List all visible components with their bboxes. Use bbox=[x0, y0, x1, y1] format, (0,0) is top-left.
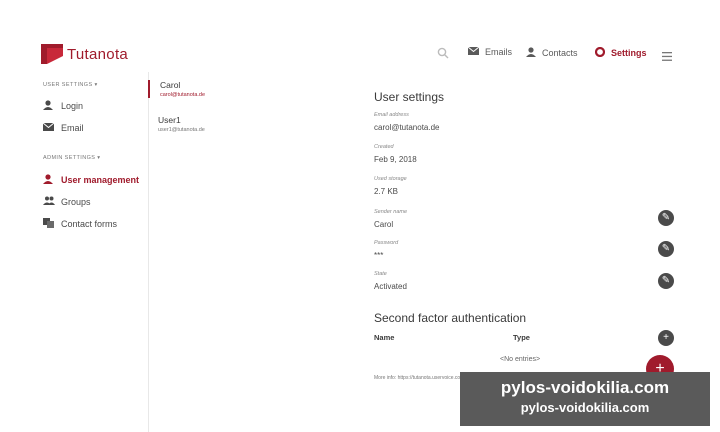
sidebar-item-groups[interactable]: Groups bbox=[43, 196, 91, 207]
password-value: *** bbox=[374, 251, 384, 260]
no-entries-text: <No entries> bbox=[500, 356, 541, 363]
top-bar: Tutanota Emails Contacts Settings bbox=[0, 0, 720, 64]
sender-name-value: Carol bbox=[374, 220, 394, 229]
sidebar-item-user-management[interactable]: User management bbox=[43, 174, 139, 186]
created-label: Created bbox=[374, 144, 394, 150]
mail-icon bbox=[42, 122, 55, 133]
menu-icon[interactable] bbox=[662, 48, 672, 66]
email-address-label: Email address bbox=[374, 112, 409, 118]
second-factor-title: Second factor authentication bbox=[374, 311, 527, 325]
used-storage-label: Used storage bbox=[374, 176, 407, 182]
user-email: user1@tutanota.de bbox=[158, 127, 205, 133]
user-settings-header[interactable]: USER SETTINGS ▾ bbox=[43, 82, 98, 88]
sidebar-item-email-label: Email bbox=[61, 123, 84, 133]
user-settings-header-label: USER SETTINGS bbox=[43, 82, 93, 88]
email-address-value: carol@tutanota.de bbox=[374, 123, 440, 132]
mail-icon bbox=[467, 46, 480, 57]
contacts-icon bbox=[526, 47, 536, 59]
sidebar-item-login[interactable]: Login bbox=[43, 100, 83, 112]
nav-settings-label: Settings bbox=[611, 48, 647, 58]
tutanota-logo-icon bbox=[41, 44, 63, 64]
admin-settings-header-label: ADMIN SETTINGS bbox=[43, 155, 96, 161]
watermark-line1: pylos-voidokilia.com bbox=[500, 378, 670, 397]
watermark: pylos-voidokilia.com pylos-voidokilia.co… bbox=[460, 372, 710, 426]
app-logo[interactable]: Tutanota bbox=[41, 44, 128, 64]
sidebar-item-login-label: Login bbox=[61, 101, 84, 111]
sidebar-item-contact-forms[interactable]: Contact forms bbox=[43, 218, 117, 230]
page-title: User settings bbox=[374, 90, 445, 104]
edit-password-button[interactable]: ✎ bbox=[658, 241, 674, 257]
state-value: Activated bbox=[374, 282, 407, 291]
sidebar-item-user-management-label: User management bbox=[61, 175, 140, 185]
state-label: State bbox=[374, 271, 387, 277]
add-second-factor-button[interactable]: + bbox=[658, 330, 674, 346]
nav-contacts-label: Contacts bbox=[542, 48, 578, 58]
watermark-line2: pylos-voidokilia.com bbox=[520, 400, 650, 415]
sidebar-item-contact-forms-label: Contact forms bbox=[61, 219, 118, 229]
user-list: Carol carol@tutanota.de User1 user1@tuta… bbox=[148, 72, 344, 432]
settings-sidebar: USER SETTINGS ▾ Login Email ADMIN SETTIN… bbox=[0, 72, 149, 432]
user-icon bbox=[43, 100, 55, 112]
created-value: Feb 9, 2018 bbox=[374, 155, 417, 164]
admin-settings-header[interactable]: ADMIN SETTINGS ▾ bbox=[43, 155, 100, 161]
nav-contacts[interactable]: Contacts bbox=[526, 47, 578, 59]
user-name: User1 bbox=[158, 115, 181, 125]
column-header-name: Name bbox=[374, 333, 395, 342]
user-email: carol@tutanota.de bbox=[160, 92, 206, 98]
used-storage-value: 2.7 KB bbox=[374, 187, 399, 196]
contact-forms-icon bbox=[43, 218, 55, 230]
edit-sender-name-button[interactable]: ✎ bbox=[658, 210, 674, 226]
column-header-type: Type bbox=[513, 333, 530, 342]
nav-settings[interactable]: Settings bbox=[594, 46, 647, 59]
list-item[interactable]: Carol carol@tutanota.de bbox=[148, 80, 344, 98]
settings-icon bbox=[594, 46, 606, 59]
user-name: Carol bbox=[160, 80, 181, 90]
nav-emails[interactable]: Emails bbox=[467, 46, 513, 57]
user-icon bbox=[43, 174, 55, 186]
sidebar-item-email[interactable]: Email bbox=[42, 122, 84, 133]
list-item[interactable]: User1 user1@tutanota.de bbox=[148, 115, 344, 133]
logo-text: Tutanota bbox=[67, 45, 129, 63]
groups-icon bbox=[43, 196, 55, 207]
sender-name-label: Sender name bbox=[374, 209, 408, 215]
edit-state-button[interactable]: ✎ bbox=[658, 273, 674, 289]
search-icon[interactable] bbox=[437, 46, 449, 64]
sidebar-item-groups-label: Groups bbox=[61, 196, 91, 207]
password-label: Password bbox=[374, 240, 399, 246]
nav-emails-label: Emails bbox=[485, 47, 513, 57]
